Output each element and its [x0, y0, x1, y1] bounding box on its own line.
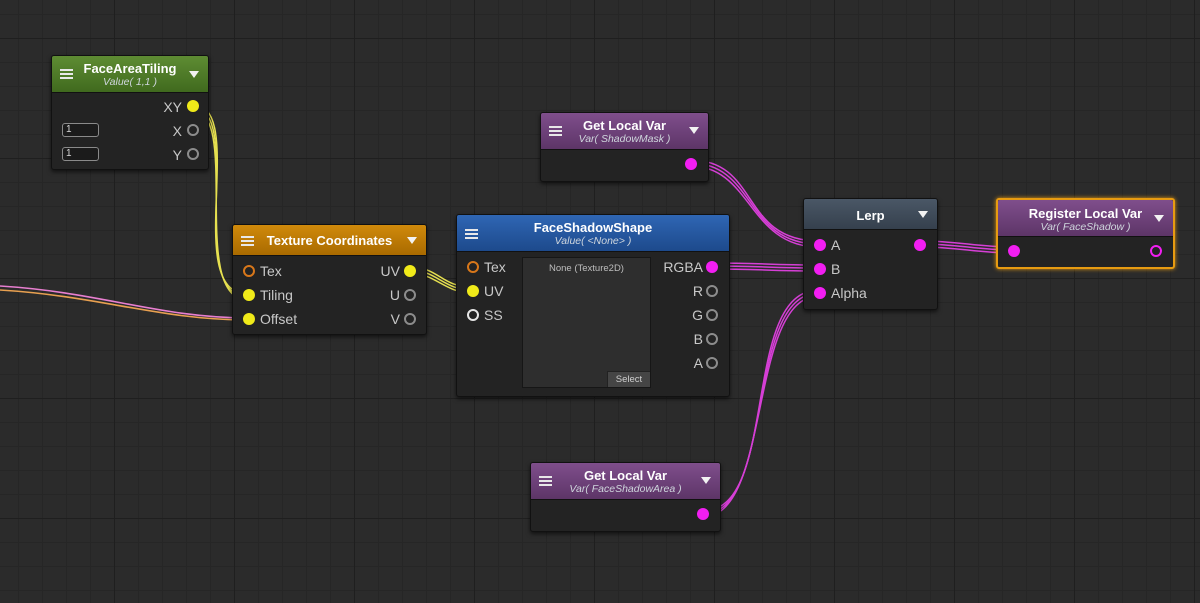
input-ss-port[interactable] — [467, 309, 479, 321]
texture-coordinates-node[interactable]: Texture Coordinates Tex Tiling Offset UV… — [232, 224, 427, 335]
node-title: Lerp — [856, 208, 885, 223]
output-uv-port[interactable] — [404, 265, 416, 277]
face-area-tiling-node[interactable]: FaceAreaTiling Value( 1,1 ) XY 1 X 1 Y — [51, 55, 209, 170]
node-subtitle: Value( <None> ) — [554, 235, 632, 247]
node-subtitle: Value( 1,1 ) — [103, 76, 157, 88]
menu-icon[interactable] — [60, 69, 73, 79]
menu-icon[interactable] — [549, 126, 562, 136]
output-xy-port[interactable] — [187, 100, 199, 112]
node-subtitle: Var( ShadowMask ) — [578, 133, 671, 145]
node-header[interactable]: Get Local Var Var( FaceShadowArea ) — [531, 463, 720, 500]
output-r-port[interactable] — [706, 285, 718, 297]
output-v-port[interactable] — [404, 313, 416, 325]
node-header[interactable]: Get Local Var Var( ShadowMask ) — [541, 113, 708, 150]
output-uv-label: UV — [380, 263, 400, 279]
output-u-port[interactable] — [404, 289, 416, 301]
input-b-port[interactable] — [814, 263, 826, 275]
menu-icon[interactable] — [241, 236, 254, 246]
texture-preview-text: None (Texture2D) — [549, 263, 624, 274]
input-tex-port[interactable] — [243, 265, 255, 277]
input-tiling-port[interactable] — [243, 289, 255, 301]
output-rgba-label: RGBA — [663, 259, 703, 275]
input-y-label: Y — [172, 147, 182, 163]
input-port[interactable] — [1008, 245, 1020, 257]
collapse-arrow-icon[interactable] — [189, 71, 199, 78]
node-subtitle: Var( FaceShadowArea ) — [569, 483, 682, 495]
output-port[interactable] — [685, 158, 697, 170]
output-port[interactable] — [914, 239, 926, 251]
y-value-field[interactable]: 1 — [62, 147, 99, 161]
input-a-label: A — [831, 237, 841, 253]
select-texture-button[interactable]: Select — [607, 371, 650, 387]
input-uv-label: UV — [484, 283, 504, 299]
output-b-label: B — [693, 331, 703, 347]
output-r-label: R — [692, 283, 703, 299]
output-a-port[interactable] — [706, 357, 718, 369]
output-v-label: V — [390, 311, 400, 327]
node-title: FaceAreaTiling — [83, 61, 177, 76]
collapse-arrow-icon[interactable] — [701, 477, 711, 484]
input-alpha-port[interactable] — [814, 287, 826, 299]
register-local-var-node[interactable]: Register Local Var Var( FaceShadow ) — [996, 198, 1175, 269]
output-g-label: G — [692, 307, 703, 323]
output-g-port[interactable] — [706, 309, 718, 321]
wire-offset — [0, 285, 249, 321]
output-a-label: A — [693, 355, 703, 371]
node-header[interactable]: Lerp — [804, 199, 937, 230]
node-subtitle: Var( FaceShadow ) — [1040, 221, 1131, 233]
input-alpha-label: Alpha — [831, 285, 867, 301]
output-b-port[interactable] — [706, 333, 718, 345]
node-title: Get Local Var — [583, 468, 668, 483]
get-local-var-faceshadowarea-node[interactable]: Get Local Var Var( FaceShadowArea ) — [530, 462, 721, 532]
input-tex-label: Tex — [484, 259, 506, 275]
input-y-port[interactable] — [187, 148, 199, 160]
input-x-label: X — [172, 123, 182, 139]
texture-preview[interactable]: None (Texture2D) Select — [522, 257, 651, 388]
input-b-label: B — [831, 261, 841, 277]
input-ss-label: SS — [484, 307, 503, 323]
node-title: Get Local Var — [582, 118, 667, 133]
lerp-node[interactable]: Lerp A B Alpha — [803, 198, 938, 310]
node-header[interactable]: Texture Coordinates — [233, 225, 426, 256]
output-port[interactable] — [1150, 245, 1162, 257]
output-xy-label: XY — [163, 99, 182, 115]
output-u-label: U — [389, 287, 400, 303]
face-shadow-shape-node[interactable]: FaceShadowShape Value( <None> ) Tex UV S… — [456, 214, 730, 397]
node-header[interactable]: FaceShadowShape Value( <None> ) — [457, 215, 729, 252]
node-title: Texture Coordinates — [266, 233, 393, 248]
input-x-port[interactable] — [187, 124, 199, 136]
output-rgba-port[interactable] — [706, 261, 718, 273]
input-tiling-label: Tiling — [260, 287, 293, 303]
input-uv-port[interactable] — [467, 285, 479, 297]
node-title: Register Local Var — [1028, 206, 1143, 221]
collapse-arrow-icon[interactable] — [1154, 215, 1164, 222]
input-offset-label: Offset — [260, 311, 298, 327]
collapse-arrow-icon[interactable] — [918, 211, 928, 218]
collapse-arrow-icon[interactable] — [407, 237, 417, 244]
menu-icon[interactable] — [465, 229, 478, 239]
collapse-arrow-icon[interactable] — [689, 127, 699, 134]
x-value-field[interactable]: 1 — [62, 123, 99, 137]
menu-icon[interactable] — [539, 476, 552, 486]
get-local-var-shadowmask-node[interactable]: Get Local Var Var( ShadowMask ) — [540, 112, 709, 182]
node-header[interactable]: FaceAreaTiling Value( 1,1 ) — [52, 56, 208, 93]
input-offset-port[interactable] — [243, 313, 255, 325]
node-title: FaceShadowShape — [533, 220, 653, 235]
input-a-port[interactable] — [814, 239, 826, 251]
input-tex-label: Tex — [260, 263, 282, 279]
node-header[interactable]: Register Local Var Var( FaceShadow ) — [998, 200, 1173, 237]
output-port[interactable] — [697, 508, 709, 520]
input-tex-port[interactable] — [467, 261, 479, 273]
